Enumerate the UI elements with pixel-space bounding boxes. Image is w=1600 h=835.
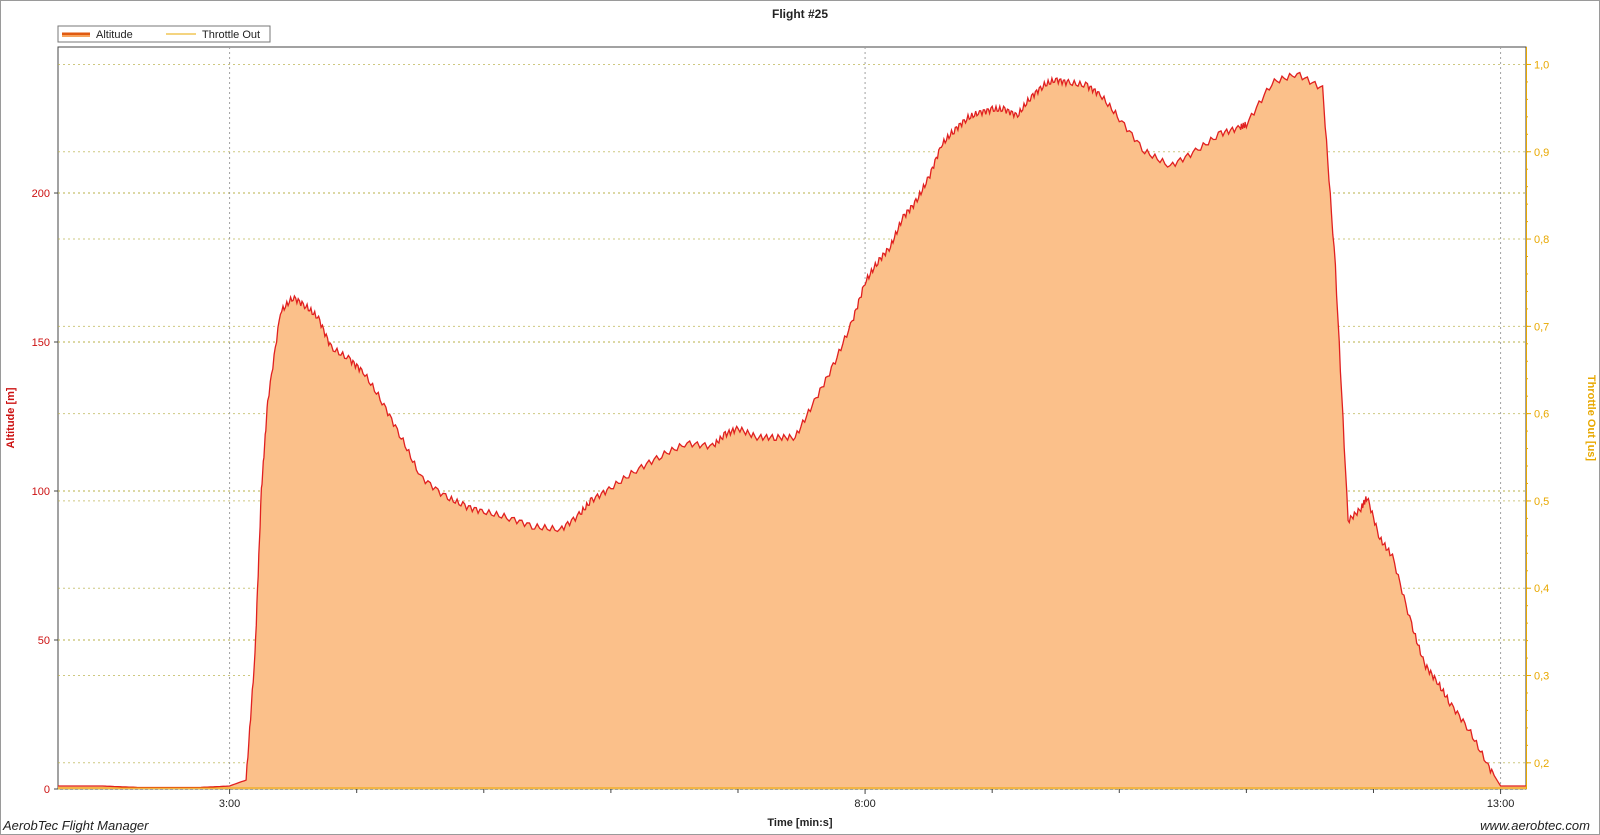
app-name: AerobTec Flight Manager — [3, 818, 149, 833]
y-tick-label: 50 — [38, 635, 50, 647]
x-tick-label: 13:00 — [1487, 798, 1515, 810]
chart-title: Flight #25 — [772, 7, 828, 21]
y2-tick-label: 0,7 — [1534, 321, 1549, 333]
y-tick-label: 200 — [32, 188, 50, 200]
x-tick-label: 8:00 — [854, 798, 875, 810]
y-tick-label: 0 — [44, 784, 50, 796]
y2-tick-label: 0,9 — [1534, 147, 1549, 159]
legend-label-throttle: Throttle Out — [202, 29, 260, 41]
altitude-area — [58, 72, 1526, 789]
y2-tick-label: 1,0 — [1534, 59, 1549, 71]
y2-tick-label: 0,3 — [1534, 671, 1549, 683]
site-url: www.aerobtec.com — [1480, 818, 1590, 833]
y-tick-label: 150 — [32, 337, 50, 349]
x-tick-label: 3:00 — [219, 798, 240, 810]
altitude-chart: Flight #25 Altitude Throttle Out 0 50 100 1… — [5, 7, 1597, 829]
y-axis-title: Altitude [m] — [5, 387, 17, 448]
x-axis-title: Time [min:s] — [767, 817, 833, 829]
y2-tick-label: 0,8 — [1534, 234, 1549, 246]
legend-label-altitude: Altitude — [96, 29, 133, 41]
y2-tick-label: 0,2 — [1534, 758, 1549, 770]
y2-tick-label: 0,5 — [1534, 496, 1549, 508]
y2-tick-label: 0,4 — [1534, 583, 1549, 595]
y2-axis-title: Throttle Out [us] — [1585, 375, 1597, 461]
legend: Altitude Throttle Out — [57, 25, 271, 43]
series-layer — [58, 71, 1526, 789]
y-tick-label: 100 — [32, 486, 50, 498]
y2-tick-label: 0,6 — [1534, 409, 1549, 421]
